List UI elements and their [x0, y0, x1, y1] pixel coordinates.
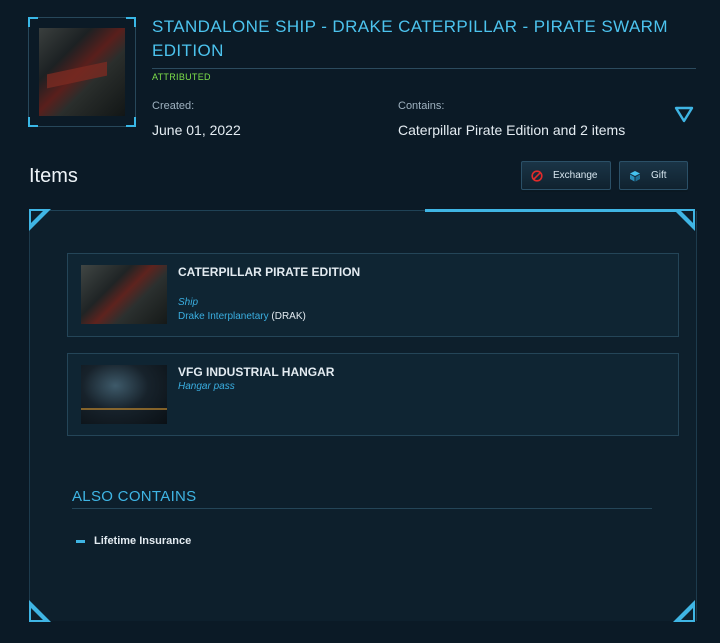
- title-divider: [152, 68, 696, 69]
- attributed-badge: ATTRIBUTED: [152, 72, 211, 82]
- exchange-label: Exchange: [553, 170, 598, 181]
- also-contains-divider: [72, 508, 652, 509]
- panel-corner-bottom-left: [29, 600, 51, 622]
- list-item[interactable]: CATERPILLAR PIRATE EDITION Ship Drake In…: [67, 253, 679, 337]
- triangle-down-icon[interactable]: [674, 105, 694, 123]
- frame-corner: [28, 117, 38, 127]
- item-manufacturer: Drake Interplanetary (DRAK): [178, 311, 306, 322]
- manufacturer-name: Drake Interplanetary: [178, 311, 269, 322]
- panel-accent-bar: [425, 209, 680, 212]
- panel-corner-top-right: [673, 209, 695, 231]
- package-image: [39, 28, 125, 116]
- item-name: CATERPILLAR PIRATE EDITION: [178, 265, 361, 279]
- item-image: [81, 265, 167, 324]
- contains-label: Contains:: [398, 100, 445, 112]
- also-contains-entry: Lifetime Insurance: [94, 535, 192, 547]
- manufacturer-code: (DRAK): [271, 311, 306, 322]
- gift-label: Gift: [651, 170, 667, 181]
- item-type: Hangar pass: [178, 381, 235, 392]
- package-thumbnail: [28, 17, 136, 127]
- gift-button[interactable]: Gift: [619, 161, 688, 190]
- bullet-icon: [76, 540, 85, 543]
- panel-corner-top-left: [29, 209, 51, 231]
- created-label: Created:: [152, 100, 195, 112]
- item-type: Ship: [178, 297, 199, 308]
- no-entry-icon: [531, 169, 543, 182]
- frame-corner: [126, 17, 136, 27]
- panel-corner-bottom-right: [673, 600, 695, 622]
- contains-value: Caterpillar Pirate Edition and 2 items: [398, 122, 626, 138]
- items-heading: Items: [29, 165, 78, 187]
- package-title: STANDALONE SHIP - DRAKE CATERPILLAR - PI…: [152, 17, 668, 60]
- item-image: [81, 365, 167, 424]
- item-name: VFG INDUSTRIAL HANGAR: [178, 365, 335, 379]
- frame-corner: [28, 17, 38, 27]
- created-value: June 01, 2022: [152, 122, 241, 138]
- cube-icon: [630, 170, 640, 181]
- list-item[interactable]: VFG INDUSTRIAL HANGAR Hangar pass: [67, 353, 679, 436]
- frame-corner: [126, 117, 136, 127]
- exchange-button[interactable]: Exchange: [521, 161, 611, 190]
- also-contains-heading: ALSO CONTAINS: [72, 488, 197, 505]
